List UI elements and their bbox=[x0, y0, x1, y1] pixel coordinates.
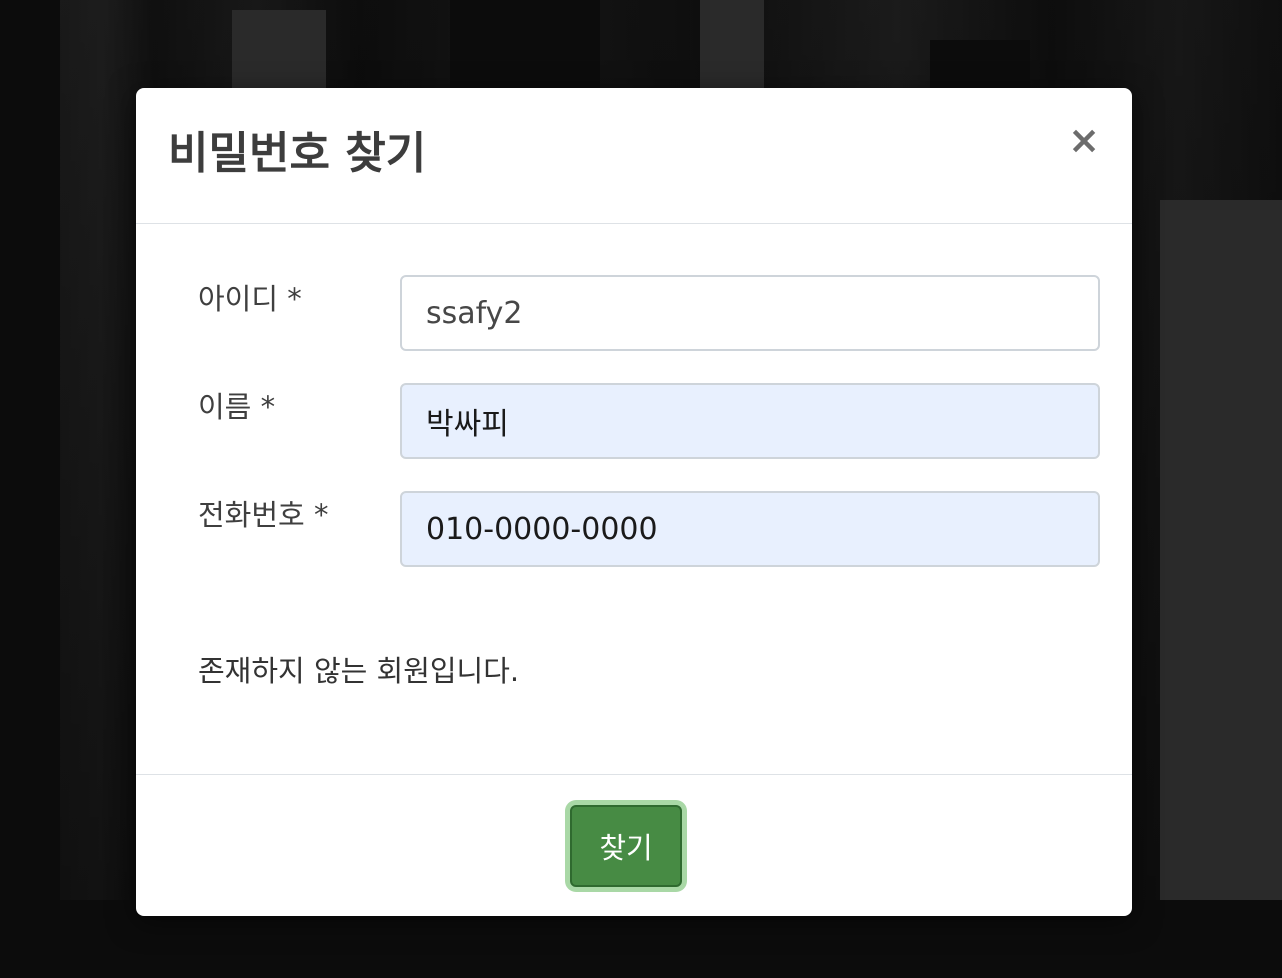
phone-label: 전화번호 * bbox=[198, 498, 329, 532]
background-building bbox=[1160, 200, 1282, 978]
modal-header: 비밀번호 찾기 × bbox=[136, 88, 1132, 224]
find-password-modal: 비밀번호 찾기 × 아이디 * 이름 * 전화번호 * 존재하지 않는 회원입니… bbox=[136, 88, 1132, 916]
id-input[interactable] bbox=[400, 275, 1100, 351]
modal-body: 아이디 * 이름 * 전화번호 * 존재하지 않는 회원입니다. bbox=[136, 225, 1132, 773]
form-row-name: 이름 * bbox=[136, 383, 1132, 459]
background-building bbox=[700, 0, 764, 90]
modal-footer: 찾기 bbox=[136, 774, 1132, 916]
name-input[interactable] bbox=[400, 383, 1100, 459]
close-icon[interactable]: × bbox=[1066, 121, 1102, 159]
form-row-phone: 전화번호 * bbox=[136, 491, 1132, 567]
modal-title: 비밀번호 찾기 bbox=[168, 128, 427, 179]
form-row-id: 아이디 * bbox=[136, 275, 1132, 351]
background-building bbox=[232, 10, 326, 90]
background-building bbox=[930, 40, 1030, 90]
phone-input[interactable] bbox=[400, 491, 1100, 567]
name-label: 이름 * bbox=[198, 390, 276, 424]
find-button[interactable]: 찾기 bbox=[570, 805, 682, 887]
background-building bbox=[0, 0, 60, 978]
id-label: 아이디 * bbox=[198, 282, 302, 316]
background-building bbox=[450, 0, 600, 90]
result-message: 존재하지 않는 회원입니다. bbox=[198, 654, 520, 688]
